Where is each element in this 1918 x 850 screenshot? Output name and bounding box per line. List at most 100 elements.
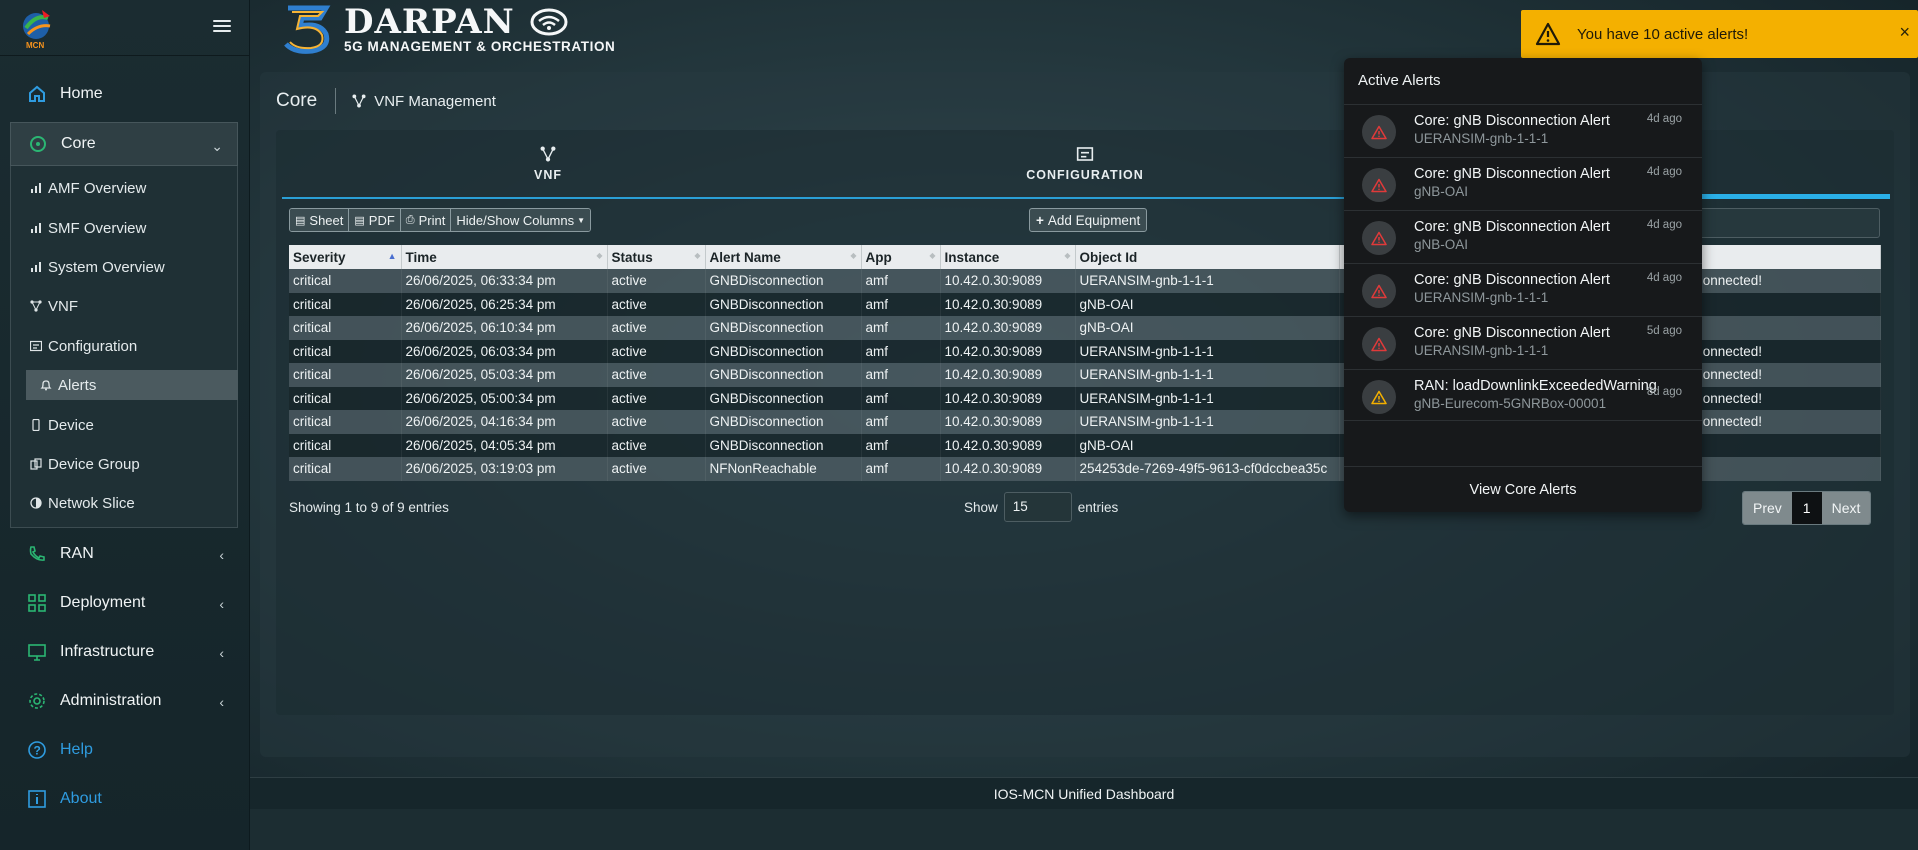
page-length-select[interactable]: 15 bbox=[1003, 492, 1072, 522]
alert-time: 4d ago bbox=[1646, 272, 1682, 284]
add-equipment-label: Add Equipment bbox=[1047, 212, 1141, 228]
alert-item[interactable]: Core: gNB Disconnection Alert UERANSIM-g… bbox=[1344, 263, 1702, 315]
page-length-control: Show 15 entries bbox=[964, 492, 1118, 522]
cell-alert-name: GNBDisconnection bbox=[705, 269, 862, 293]
cell-app: amf bbox=[861, 457, 941, 481]
column-header-status[interactable]: Status ◆ bbox=[607, 245, 706, 269]
sub-item-smf-overview[interactable]: SMF Overview bbox=[16, 213, 228, 243]
cell-alert-name: GNBDisconnection bbox=[705, 363, 862, 387]
sub-item-label: Alerts bbox=[58, 376, 97, 394]
column-header-alert-name[interactable]: Alert Name ◆ bbox=[705, 245, 862, 269]
search-input[interactable] bbox=[1680, 208, 1880, 238]
nav-about[interactable]: About bbox=[10, 777, 238, 821]
column-header-severity[interactable]: Severity ▲ bbox=[289, 245, 402, 269]
nav-help[interactable]: ? Help bbox=[10, 728, 238, 772]
dropdown-title: Active Alerts bbox=[1358, 72, 1441, 89]
cell-time: 26/06/2025, 04:16:34 pm bbox=[401, 410, 608, 434]
chevron-left-icon: ‹ bbox=[219, 596, 224, 612]
gear-icon bbox=[26, 690, 48, 712]
nav-administration[interactable]: Administration ‹ bbox=[10, 679, 238, 723]
close-icon[interactable]: × bbox=[1899, 22, 1910, 43]
cell-time: 26/06/2025, 04:05:34 pm bbox=[401, 433, 608, 457]
alert-item[interactable]: Core: gNB Disconnection Alert gNB-OAI 4d… bbox=[1344, 210, 1702, 262]
sort-asc-icon: ▲ bbox=[387, 251, 397, 261]
sub-item-device-group[interactable]: Device Group bbox=[16, 449, 228, 479]
sheet-button[interactable]: ▤ Sheet bbox=[290, 209, 350, 231]
alert-time: 4d ago bbox=[1646, 166, 1682, 178]
cell-time: 26/06/2025, 06:03:34 pm bbox=[401, 339, 608, 363]
cell-app: amf bbox=[861, 269, 941, 293]
cell-object-id: UERANSIM-gnb-1-1-1 bbox=[1075, 386, 1340, 410]
nav-label: Infrastructure bbox=[60, 643, 155, 660]
cell-object-id: UERANSIM-gnb-1-1-1 bbox=[1075, 363, 1340, 387]
alert-time: 4d ago bbox=[1646, 219, 1682, 231]
tab-configuration[interactable]: CONFIGURATION bbox=[1013, 146, 1157, 182]
sort-icon: ◆ bbox=[694, 251, 701, 260]
config-icon bbox=[30, 340, 42, 352]
tab-label: VNF bbox=[534, 168, 562, 182]
cell-status: active bbox=[607, 433, 706, 457]
cell-severity: critical bbox=[289, 292, 402, 316]
export-button-group: ▤ Sheet ▤ PDF ⎙ Print Hide/Show Columns ▼ bbox=[289, 208, 592, 232]
sub-item-alerts[interactable]: Alerts bbox=[26, 370, 238, 400]
sheet-icon: ▤ bbox=[295, 214, 306, 227]
entries-label: entries bbox=[1077, 499, 1119, 515]
sub-item-device[interactable]: Device bbox=[16, 410, 228, 440]
next-page-button[interactable]: Next bbox=[1821, 492, 1871, 524]
sub-item-configuration[interactable]: Configuration bbox=[16, 331, 228, 361]
network-icon bbox=[352, 94, 366, 108]
nav-core[interactable]: Core ⌄ bbox=[10, 122, 238, 166]
tab-vnf[interactable]: VNF bbox=[510, 146, 586, 182]
alert-item[interactable]: RAN: loadDownlinkExceededWarning gNB-Eur… bbox=[1344, 369, 1702, 421]
cell-time: 26/06/2025, 06:25:34 pm bbox=[401, 292, 608, 316]
network-icon bbox=[540, 146, 556, 162]
cell-severity: critical bbox=[289, 410, 402, 434]
sort-icon: ◆ bbox=[850, 251, 857, 260]
column-header-time[interactable]: Time ◆ bbox=[401, 245, 608, 269]
menu-toggle-icon[interactable] bbox=[213, 20, 231, 34]
view-core-alerts-button[interactable]: View Core Alerts bbox=[1344, 466, 1702, 512]
nav-home[interactable]: Home bbox=[10, 72, 238, 116]
cell-time: 26/06/2025, 03:19:03 pm bbox=[401, 457, 608, 481]
pdf-button[interactable]: ▤ PDF bbox=[349, 209, 401, 231]
cell-alert-name: GNBDisconnection bbox=[705, 433, 862, 457]
nav-ran[interactable]: RAN ‹ bbox=[10, 532, 238, 576]
print-button[interactable]: ⎙ Print bbox=[400, 209, 452, 231]
cell-status: active bbox=[607, 363, 706, 387]
nav-deployment[interactable]: Deployment ‹ bbox=[10, 581, 238, 625]
sub-item-label: Configuration bbox=[48, 337, 138, 355]
sub-item-vnf[interactable]: VNF bbox=[16, 291, 228, 321]
bell-icon bbox=[40, 380, 52, 391]
brand-5-logo-icon bbox=[284, 5, 331, 54]
columns-label: Hide/Show Columns bbox=[456, 212, 575, 228]
column-header-object-id[interactable]: Object Id bbox=[1075, 245, 1340, 269]
column-header-instance[interactable]: Instance ◆ bbox=[940, 245, 1076, 269]
print-label: Print bbox=[418, 212, 446, 228]
pdf-icon: ▤ bbox=[354, 214, 365, 227]
sheet-label: Sheet bbox=[309, 212, 344, 228]
alert-item[interactable]: Core: gNB Disconnection Alert UERANSIM-g… bbox=[1344, 104, 1702, 156]
sub-item-network-slice[interactable]: Netwok Slice bbox=[16, 488, 228, 518]
sub-item-amf-overview[interactable]: AMF Overview bbox=[16, 173, 228, 203]
cell-severity: critical bbox=[289, 363, 402, 387]
alert-item[interactable]: Core: gNB Disconnection Alert UERANSIM-g… bbox=[1344, 316, 1702, 368]
cell-instance: 10.42.0.30:9089 bbox=[940, 269, 1076, 293]
column-header-app[interactable]: App ◆ bbox=[861, 245, 941, 269]
critical-alert-icon bbox=[1362, 327, 1396, 361]
add-equipment-button[interactable]: + Add Equipment bbox=[1029, 208, 1148, 232]
header-label: Alert Name bbox=[709, 249, 781, 265]
prev-page-button[interactable]: Prev bbox=[1743, 492, 1792, 524]
breadcrumb-section[interactable]: Core bbox=[276, 90, 317, 112]
pdf-label: PDF bbox=[368, 212, 395, 228]
plus-icon: + bbox=[1036, 212, 1044, 228]
cell-status: active bbox=[607, 339, 706, 363]
alert-title: Core: gNB Disconnection Alert bbox=[1414, 219, 1610, 235]
alert-item[interactable]: Core: gNB Disconnection Alert gNB-OAI 4d… bbox=[1344, 157, 1702, 209]
nav-infrastructure[interactable]: Infrastructure ‹ bbox=[10, 630, 238, 674]
hide-show-columns-button[interactable]: Hide/Show Columns ▼ bbox=[451, 209, 591, 231]
cell-alert-name: GNBDisconnection bbox=[705, 410, 862, 434]
cell-alert-name: GNBDisconnection bbox=[705, 386, 862, 410]
breadcrumb-divider bbox=[335, 88, 337, 114]
page-1-button[interactable]: 1 bbox=[1791, 492, 1822, 524]
sub-item-system-overview[interactable]: System Overview bbox=[16, 252, 228, 282]
